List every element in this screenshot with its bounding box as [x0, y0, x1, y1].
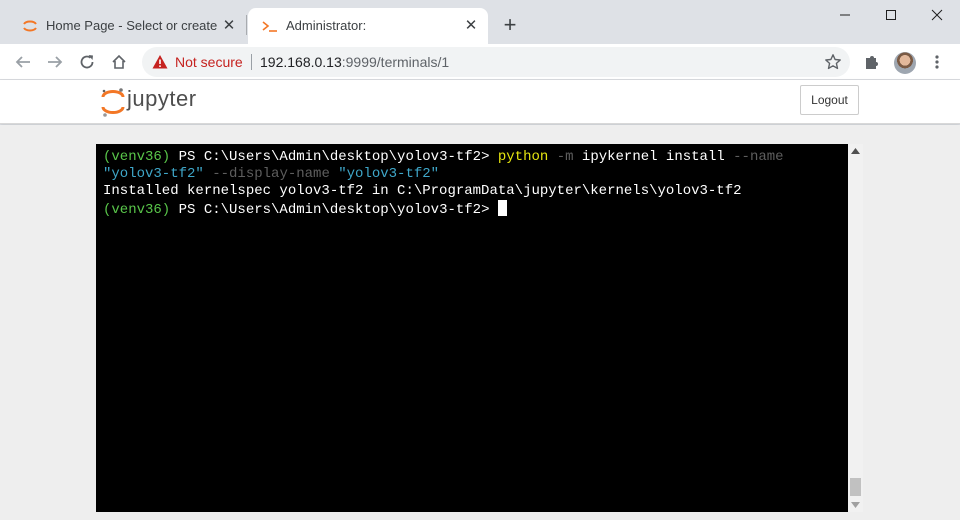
prompt-env: (venv36) — [103, 202, 171, 218]
puzzle-icon — [866, 56, 878, 69]
tab-separator — [246, 15, 247, 35]
browser-menu-button[interactable] — [925, 50, 949, 74]
minimize-button[interactable] — [822, 0, 868, 30]
tab-close-icon[interactable]: ✕ — [220, 17, 238, 35]
command-string: "yolov3-tf2" — [103, 166, 204, 182]
prompt-path: PS C:\Users\Admin\desktop\yolov3-tf2> — [170, 202, 498, 218]
tab-close-icon[interactable]: ✕ — [462, 17, 480, 35]
home-icon — [112, 54, 126, 69]
tab-home-page[interactable]: Home Page - Select or create a n ✕ — [8, 8, 246, 44]
terminal-favicon-icon — [262, 21, 277, 32]
command-args: ipykernel install — [573, 149, 725, 165]
address-bar[interactable]: Not secure 192.168.0.13:9999/terminals/1 — [142, 47, 850, 77]
jupyter-favicon-icon — [23, 20, 37, 32]
tab-title: Home Page - Select or create a n — [46, 18, 221, 33]
terminal-cursor — [497, 200, 507, 216]
scrollbar-thumb[interactable] — [850, 478, 861, 496]
minimize-icon — [840, 14, 850, 16]
tab-title: Administrator: — [286, 18, 367, 33]
terminal-line: (venv36) PS C:\Users\Admin\desktop\yolov… — [103, 200, 843, 219]
address-divider — [251, 54, 252, 70]
tab-strip: Home Page - Select or create a n ✕ Admin… — [0, 0, 960, 44]
terminal-line: "yolov3-tf2" --display-name "yolov3-tf2" — [103, 166, 843, 183]
url-text[interactable]: 192.168.0.13:9999/terminals/1 — [260, 54, 449, 70]
terminal-line: (venv36) PS C:\Users\Admin\desktop\yolov… — [103, 149, 843, 166]
maximize-button[interactable] — [868, 0, 914, 30]
reload-icon — [80, 55, 94, 69]
close-icon — [931, 9, 943, 21]
kebab-menu-icon — [935, 55, 939, 69]
forward-button[interactable] — [43, 50, 67, 74]
prompt-env: (venv36) — [103, 149, 171, 165]
command-flag: -m — [548, 149, 574, 165]
prompt-path: PS C:\Users\Admin\desktop\yolov3-tf2> — [170, 149, 498, 165]
logout-button[interactable]: Logout — [800, 85, 859, 115]
jupyter-logo-icon[interactable] — [100, 84, 126, 120]
warning-icon — [152, 55, 168, 69]
jupyter-header: jupyter Logout — [0, 80, 960, 124]
bookmark-star-icon[interactable] — [824, 53, 842, 71]
terminal-output: (venv36) PS C:\Users\Admin\desktop\yolov… — [103, 149, 843, 219]
not-secure-label[interactable]: Not secure — [175, 54, 243, 70]
profile-avatar[interactable] — [894, 52, 916, 74]
url-host: 192.168.0.13 — [260, 54, 342, 70]
window-close-button[interactable] — [914, 0, 960, 30]
tab-administrator[interactable]: Administrator: ✕ — [248, 8, 488, 44]
reload-button[interactable] — [75, 50, 99, 74]
url-path: :9999/terminals/1 — [341, 54, 450, 70]
new-tab-button[interactable]: + — [498, 14, 522, 38]
home-button[interactable] — [107, 50, 131, 74]
extensions-button[interactable] — [860, 50, 884, 74]
jupyter-logo-text[interactable]: jupyter — [127, 86, 197, 112]
terminal-window[interactable]: (venv36) PS C:\Users\Admin\desktop\yolov… — [96, 144, 863, 512]
terminal-line: Installed kernelspec yolov3-tf2 in C:\Pr… — [103, 183, 742, 199]
scroll-up-arrow-icon[interactable] — [851, 148, 860, 154]
scroll-down-arrow-icon[interactable] — [851, 502, 860, 508]
command-string: "yolov3-tf2" — [338, 166, 440, 182]
back-button[interactable] — [11, 50, 35, 74]
command-flag: --name — [724, 149, 784, 165]
terminal-scrollbar[interactable] — [848, 144, 863, 512]
browser-toolbar: Not secure 192.168.0.13:9999/terminals/1 — [0, 44, 960, 80]
command-name: python — [497, 149, 549, 165]
arrow-right-icon — [48, 56, 63, 68]
maximize-icon — [886, 10, 896, 20]
page-body: (venv36) PS C:\Users\Admin\desktop\yolov… — [0, 125, 960, 520]
command-flag: --display-name — [203, 166, 339, 182]
arrow-left-icon — [15, 56, 30, 68]
